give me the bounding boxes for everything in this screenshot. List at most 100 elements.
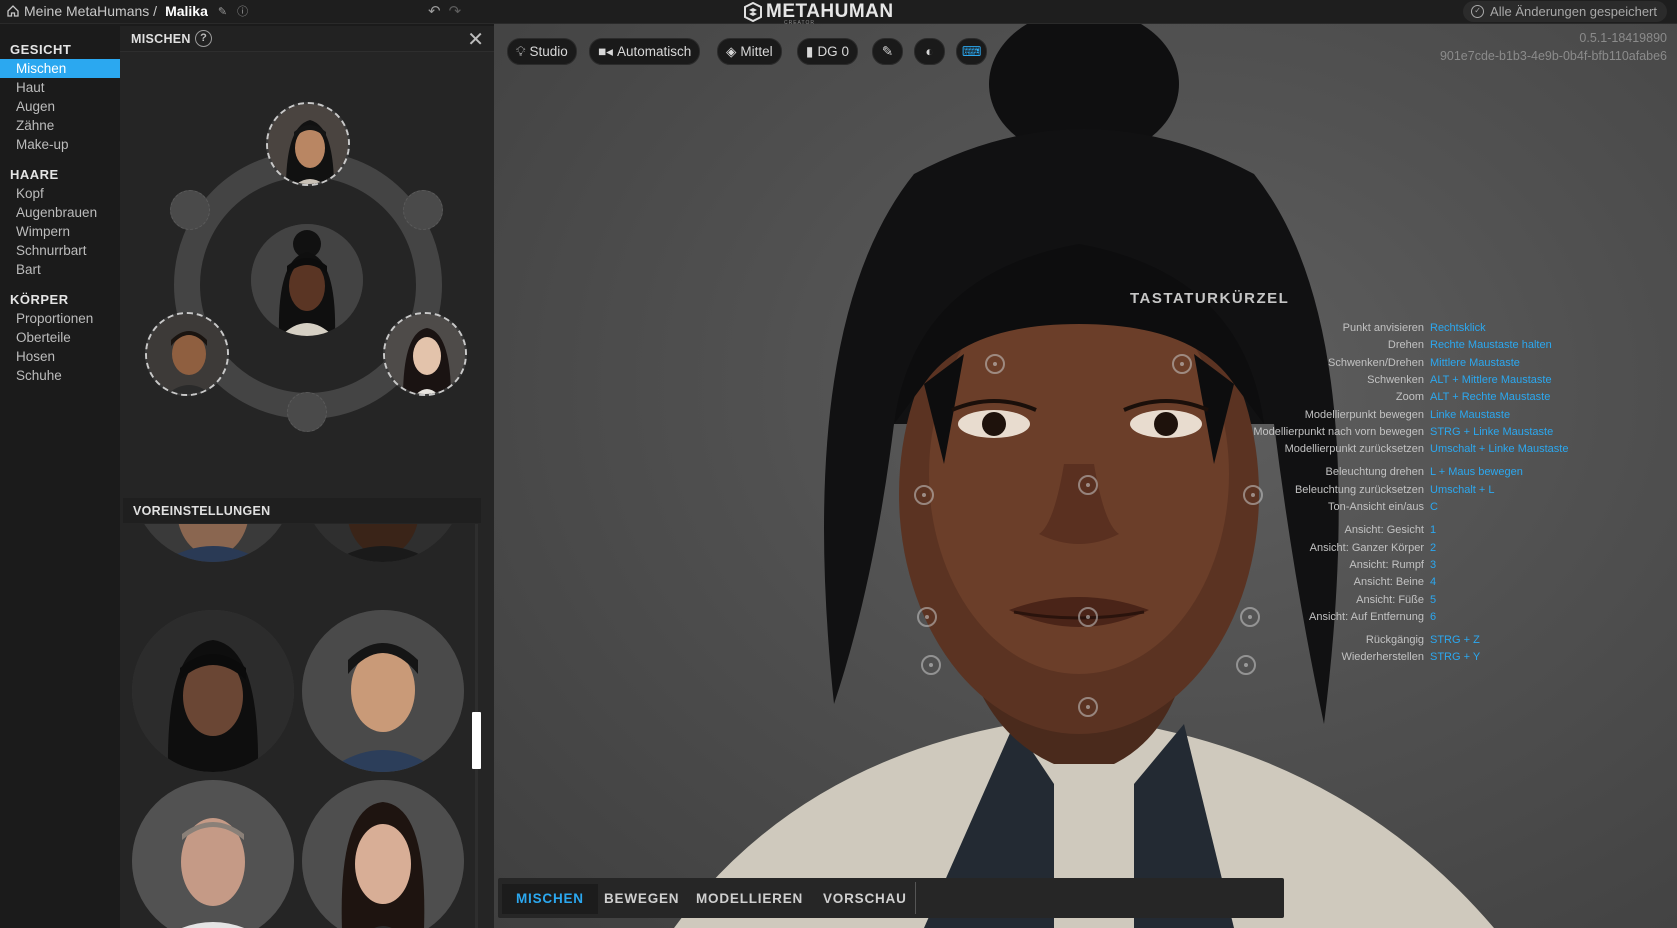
breadcrumb-root-link[interactable]: Meine MetaHumans / (24, 3, 157, 19)
empty-blend-slot[interactable] (403, 190, 443, 230)
preset-card[interactable] (132, 524, 294, 562)
sidebar-item-augenbrauen[interactable]: Augenbrauen (0, 203, 120, 222)
preset-card[interactable] (302, 780, 464, 928)
undo-icon[interactable]: ↶ (428, 2, 441, 20)
home-icon[interactable] (6, 4, 20, 18)
shortcut-row: Schwenken ALT + Mittlere Maustaste (494, 374, 1677, 388)
blend-preset-bottom-left[interactable] (145, 312, 229, 396)
sidebar-item-kopf[interactable]: Kopf (0, 184, 120, 203)
shortcut-row: Ansicht: Füße 5 (494, 594, 1677, 608)
shortcut-key: 4 (1430, 576, 1437, 589)
sidebar-item-bart[interactable]: Bart (0, 260, 120, 279)
shortcut-row: Schwenken/Drehen Mittlere Maustaste (494, 357, 1677, 371)
shortcut-key: 5 (1430, 593, 1437, 606)
shortcut-row: Drehen Rechte Maustaste halten (494, 339, 1677, 353)
shortcut-row: Ansicht: Ganzer Körper 2 (494, 542, 1677, 556)
face-portrait-icon (132, 524, 294, 562)
camera-label: Automatisch (616, 44, 692, 59)
sidebar-item-schnurrbart[interactable]: Schnurrbart (0, 241, 120, 260)
preset-card[interactable] (132, 780, 294, 928)
shortcut-action: Ansicht: Rumpf (1349, 558, 1424, 571)
sidebar-item-zaehne[interactable]: Zähne (0, 116, 120, 135)
save-status-badge: ✓ Alle Änderungen gespeichert (1463, 1, 1667, 22)
info-icon[interactable]: ⓘ (237, 3, 248, 19)
shortcut-row: Zoom ALT + Rechte Maustaste (494, 391, 1677, 405)
presets-grid (120, 524, 474, 928)
sidebar-item-mischen[interactable]: Mischen (0, 59, 120, 78)
diamond-icon: ◈ (726, 43, 737, 59)
shortcut-row: Wiederherstellen STRG + Y (494, 651, 1677, 665)
empty-blend-slot[interactable] (287, 392, 327, 432)
shortcut-row: Ansicht: Rumpf 3 (494, 559, 1677, 573)
presets-header: VOREINSTELLUNGEN (123, 498, 481, 523)
shortcut-row: Ansicht: Beine 4 (494, 576, 1677, 590)
shortcuts-title: TASTATURKÜRZEL (1130, 290, 1290, 307)
face-portrait-icon (385, 314, 465, 394)
redo-icon[interactable]: ↷ (449, 2, 462, 20)
sidebar-section-haare: HAARE (10, 167, 59, 182)
sidebar-item-proportionen[interactable]: Proportionen (0, 309, 120, 328)
shortcut-action: Ansicht: Beine (1353, 576, 1424, 589)
lod-label: DG 0 (817, 44, 849, 59)
face-portrait-icon (147, 314, 227, 394)
shortcut-action: Beleuchtung zurücksetzen (1294, 483, 1424, 496)
camera-mode-button[interactable]: ■◂ Automatisch (589, 38, 701, 65)
close-icon[interactable]: ✕ (467, 27, 484, 52)
sidebar-item-haut[interactable]: Haut (0, 78, 120, 97)
shortcut-row: Ansicht: Auf Entfernung 6 (494, 611, 1677, 625)
presets-scrollbar-thumb[interactable] (472, 712, 481, 769)
shortcut-key: ALT + Rechte Maustaste (1430, 391, 1551, 404)
tab-vorschau[interactable]: VORSCHAU (809, 884, 921, 914)
quality-label: Mittel (740, 44, 773, 59)
shortcut-action: Ton-Ansicht ein/aus (1328, 501, 1424, 513)
sculpt-tool-button[interactable]: ✎ (872, 38, 903, 65)
sidebar-section-koerper: KÖRPER (10, 292, 69, 307)
tab-mischen[interactable]: MISCHEN (502, 884, 598, 914)
preset-card[interactable] (132, 610, 294, 772)
shortcut-action: Modellierpunkt bewegen (1304, 408, 1424, 421)
quality-button[interactable]: ◈ Mittel (717, 38, 782, 65)
brush-icon: ✎ (881, 43, 894, 59)
sidebar-item-schuhe[interactable]: Schuhe (0, 366, 120, 385)
shortcut-action: Rückgängig (1365, 634, 1424, 647)
empty-blend-slot[interactable] (170, 190, 210, 230)
preset-card[interactable] (302, 610, 464, 772)
sidebar: GESICHT Mischen Haut Augen Zähne Make-up… (0, 24, 120, 928)
sculpt-point-marker[interactable] (1078, 697, 1098, 717)
shortcut-row: Punkt anvisieren Rechtsklick (494, 322, 1677, 336)
sidebar-item-wimpern[interactable]: Wimpern (0, 222, 120, 241)
panel-title: MISCHEN (131, 32, 191, 46)
keyboard-icon: ⌨ (961, 43, 982, 59)
sidebar-item-make-up[interactable]: Make-up (0, 135, 120, 154)
shortcut-row: Ton-Ansicht ein/aus C (494, 501, 1677, 515)
shortcut-key: 2 (1430, 541, 1437, 554)
blend-preset-top[interactable] (266, 102, 350, 186)
shortcut-action: Ansicht: Auf Entfernung (1309, 610, 1424, 623)
sidebar-item-augen[interactable]: Augen (0, 97, 120, 116)
metahuman-logo-icon (744, 2, 762, 22)
shortcut-key: STRG + Y (1430, 651, 1481, 664)
lod-button[interactable]: ▮ DG 0 (797, 38, 858, 65)
shortcut-key: Rechtsklick (1430, 322, 1486, 334)
shortcut-key: Rechte Maustaste halten (1430, 339, 1552, 352)
keyboard-shortcuts-button[interactable]: ⌨ (956, 38, 987, 65)
lighting-studio-button[interactable]: 💡︎ Studio (507, 38, 577, 65)
tab-bewegen[interactable]: BEWEGEN (590, 884, 693, 914)
shortcut-row: Modellierpunkt bewegen Linke Maustaste (494, 409, 1677, 423)
help-icon[interactable]: ? (195, 30, 212, 47)
metahuman-logo: METAHUMAN CREATOR (744, 1, 894, 26)
sidebar-item-hosen[interactable]: Hosen (0, 347, 120, 366)
preset-card[interactable] (302, 524, 464, 562)
shortcut-row: Beleuchtung zurücksetzen Umschalt + L (494, 484, 1677, 498)
tab-modellieren[interactable]: MODELLIEREN (682, 884, 817, 914)
3d-viewport[interactable]: 💡︎ Studio ■◂ Automatisch ◈ Mittel ▮ DG 0… (494, 24, 1677, 928)
blend-preset-bottom-right[interactable] (383, 312, 467, 396)
shortcut-action: Wiederherstellen (1341, 651, 1424, 664)
version-info: 0.5.1-18419890 901e7cde-b1b3-4e9b-0b4f-b… (1440, 29, 1667, 65)
top-bar: Meine MetaHumans / Malika ✎ ⓘ ↶ ↷ METAHU… (0, 0, 1677, 26)
sidebar-item-oberteile[interactable]: Oberteile (0, 328, 120, 347)
edit-name-icon[interactable]: ✎ (218, 5, 227, 18)
head-view-button[interactable]: ◐ (914, 38, 945, 65)
face-portrait-icon (132, 780, 294, 928)
shortcut-key: Umschalt + Linke Maustaste (1430, 443, 1569, 456)
